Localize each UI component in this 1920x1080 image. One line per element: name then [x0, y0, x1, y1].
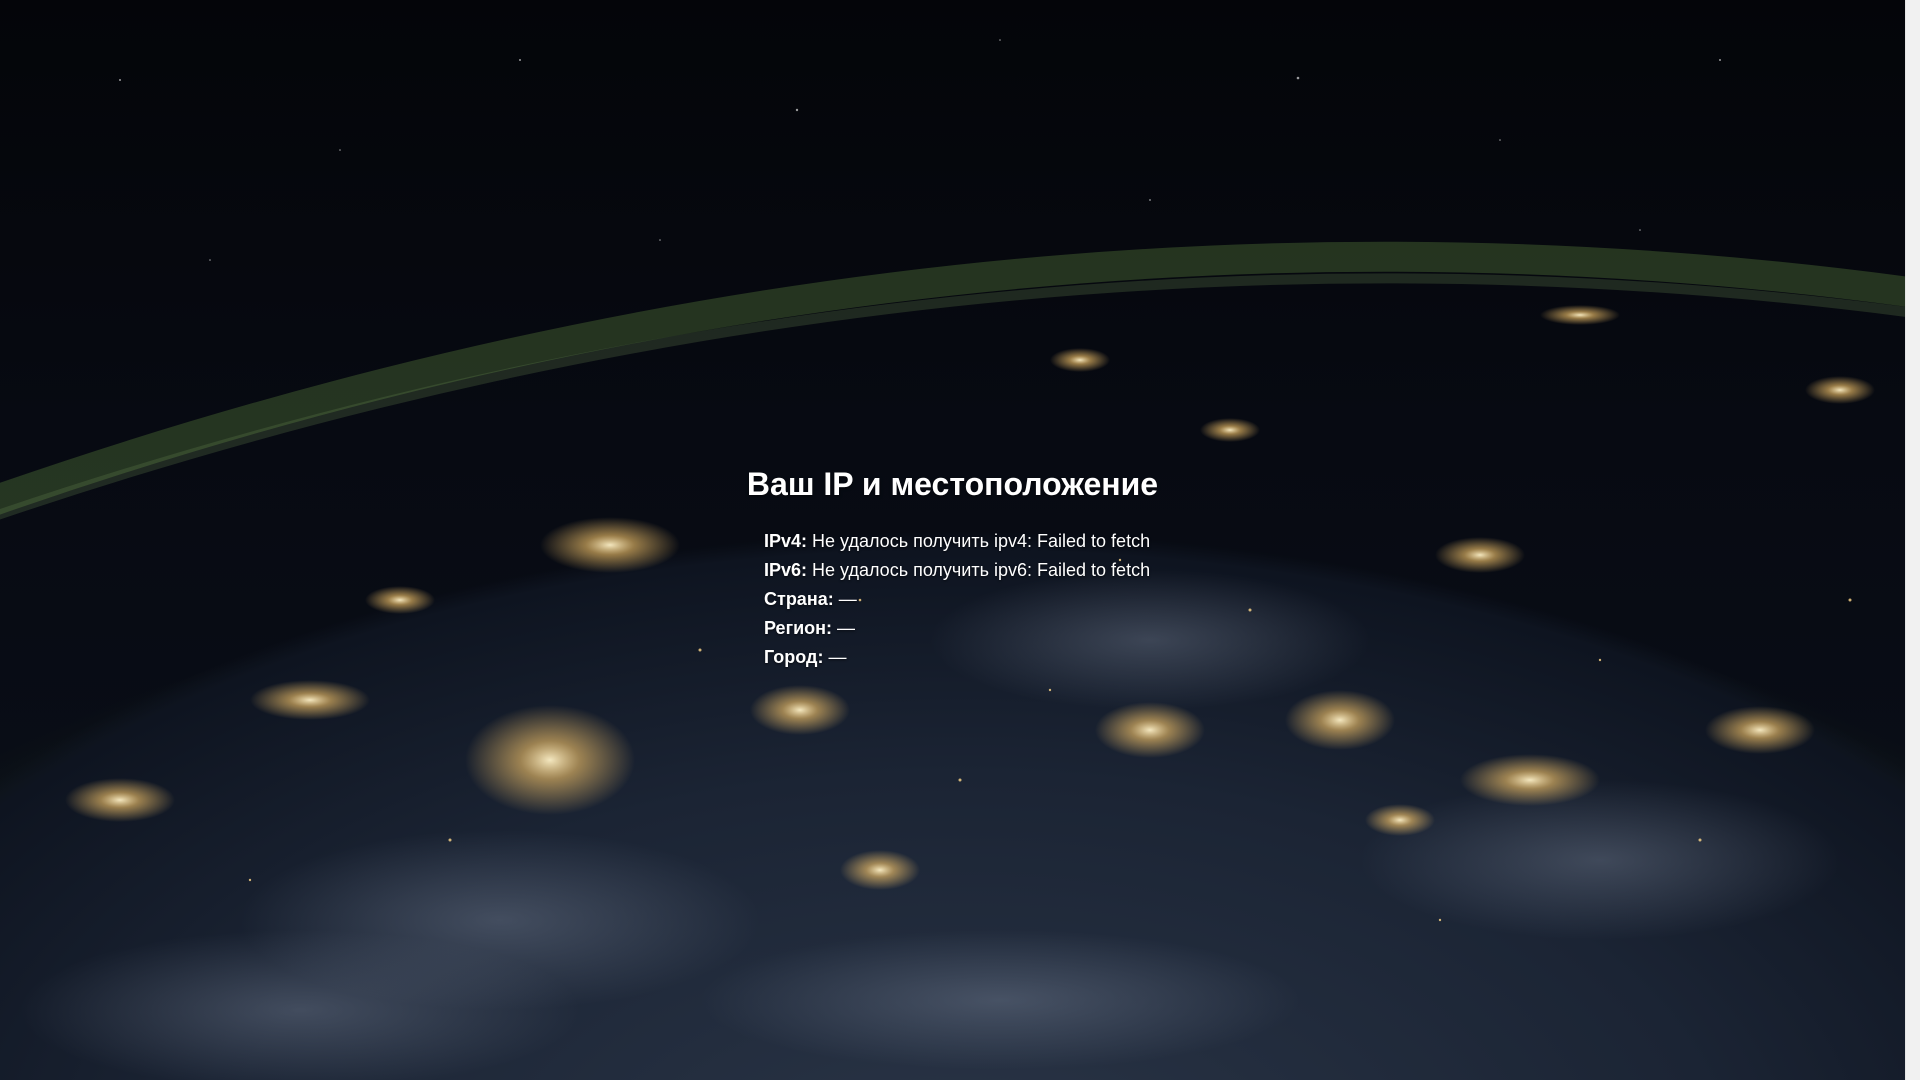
ipv6-row: IPv6: Не удалось получить ipv6: Failed t… [764, 556, 1150, 585]
ip-info-list: IPv4: Не удалось получить ipv4: Failed t… [764, 527, 1150, 672]
ipv6-label: IPv6: [764, 560, 808, 580]
page-title: Ваш IP и местоположение [746, 466, 1159, 502]
region-value: — [837, 618, 856, 638]
ipv6-value: Не удалось получить ipv6: Failed to fetc… [812, 560, 1151, 580]
city-value: — [828, 647, 847, 667]
country-value: — [838, 589, 857, 609]
city-label: Город: [764, 647, 824, 667]
page-content: Ваш IP и местоположение IPv4: Не удалось… [0, 0, 1905, 1080]
region-label: Регион: [764, 618, 832, 638]
city-row: Город: — [764, 643, 1150, 672]
country-label: Страна: [764, 589, 834, 609]
vertical-scrollbar[interactable] [1905, 0, 1920, 1080]
region-row: Регион: — [764, 614, 1150, 643]
ipv4-label: IPv4: [764, 531, 808, 551]
country-row: Страна: — [764, 585, 1150, 614]
ipv4-value: Не удалось получить ipv4: Failed to fetc… [812, 531, 1151, 551]
ipv4-row: IPv4: Не удалось получить ipv4: Failed t… [764, 527, 1150, 556]
